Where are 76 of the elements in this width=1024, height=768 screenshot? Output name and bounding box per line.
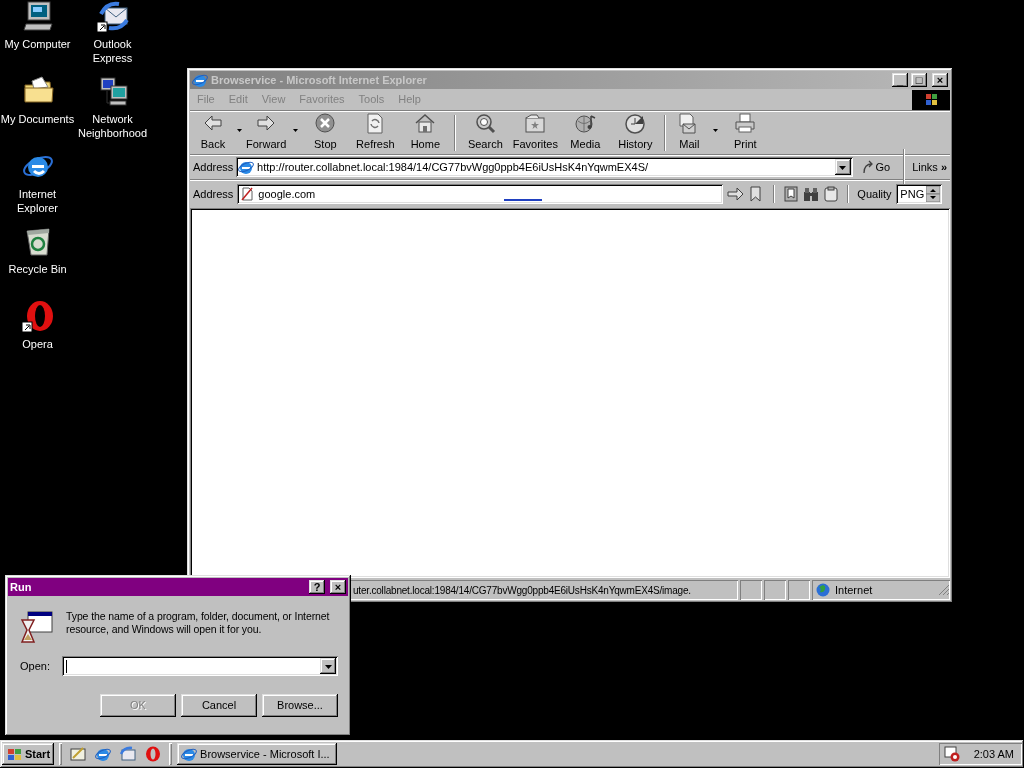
status-pane bbox=[740, 580, 762, 600]
toolbar-button[interactable]: History bbox=[610, 112, 661, 153]
more-chevron[interactable]: » bbox=[940, 158, 947, 176]
quality-spinner[interactable]: PNG bbox=[895, 184, 942, 204]
taskbar-button[interactable]: Browservice - Microsoft I... bbox=[177, 743, 338, 765]
toolbar-button[interactable]: Mail bbox=[670, 112, 721, 153]
dropdown-button[interactable] bbox=[834, 159, 851, 175]
search-icon bbox=[473, 112, 498, 134]
go-arrow-icon bbox=[861, 160, 874, 174]
browser-icon bbox=[181, 746, 198, 762]
address-label: Address bbox=[193, 186, 234, 202]
icon-label[interactable]: Opera bbox=[0, 337, 76, 351]
window-title: Browservice - Microsoft Internet Explorer bbox=[211, 72, 428, 88]
start-button[interactable]: Start bbox=[2, 743, 55, 765]
spin-arrows-icon bbox=[925, 186, 940, 202]
arrow-right-icon[interactable] bbox=[727, 186, 745, 202]
toolbar-button[interactable]: Stop bbox=[300, 112, 351, 153]
toolbar-button[interactable]: Search bbox=[460, 112, 511, 153]
ring-logo-icon[interactable] bbox=[21, 300, 54, 332]
icon-label[interactable]: Outlook Express bbox=[74, 37, 151, 65]
toolbar-button[interactable]: Print bbox=[720, 112, 771, 153]
instruction-text: Type the name of a program, folder, document, or Internet resource, and Windows will open it for you. bbox=[66, 610, 331, 637]
clock: 2:03 AM bbox=[973, 746, 1014, 762]
scheduler-icon[interactable] bbox=[943, 746, 960, 762]
clock-icon bbox=[623, 112, 648, 134]
clipboard-icon[interactable] bbox=[823, 186, 840, 202]
bookmarks-icon[interactable] bbox=[783, 186, 800, 202]
globe-note-icon bbox=[573, 112, 598, 134]
window-title: Run bbox=[10, 579, 33, 595]
broken-page-icon bbox=[241, 187, 254, 201]
windows-flag-icon bbox=[6, 747, 22, 761]
close-button[interactable]: × bbox=[330, 580, 346, 594]
dialog-button[interactable]: Cancel bbox=[181, 694, 257, 717]
resize-grip-icon bbox=[938, 584, 950, 596]
address-label: Address bbox=[193, 159, 234, 175]
minimize-button[interactable]: _ bbox=[892, 73, 908, 87]
address-field[interactable]: google.com bbox=[237, 184, 724, 204]
computer-icon[interactable] bbox=[21, 0, 54, 32]
address-field[interactable]: http://router.collabnet.local:1984/14/CG77bvWgg0ppb4E6iUsHsK4nYqwmEX4S/ bbox=[236, 157, 853, 177]
dialog-button[interactable]: Browse... bbox=[262, 694, 338, 717]
maximize-button[interactable]: □ bbox=[911, 73, 927, 87]
toolbar-button[interactable]: Home bbox=[400, 112, 451, 153]
status-pane bbox=[764, 580, 786, 600]
close-button[interactable]: × bbox=[932, 73, 948, 87]
toolbar-button[interactable]: Media bbox=[560, 112, 611, 153]
dropdown-caret-icon bbox=[324, 665, 332, 670]
icon-label[interactable]: My Computer bbox=[0, 37, 76, 51]
go-button[interactable]: Go bbox=[855, 158, 897, 176]
links-label[interactable]: Links bbox=[912, 158, 938, 176]
toolbar-button[interactable]: Refresh bbox=[350, 112, 401, 153]
printer-icon bbox=[733, 112, 758, 134]
open-field[interactable] bbox=[61, 656, 338, 676]
loading-underline bbox=[504, 199, 543, 201]
help-button[interactable]: ? bbox=[309, 580, 325, 594]
toolbar-button[interactable]: Back bbox=[194, 112, 244, 153]
toolbar-button[interactable]: Forward bbox=[244, 112, 301, 153]
binoculars-icon[interactable] bbox=[803, 186, 820, 202]
dropdown-button[interactable] bbox=[320, 658, 336, 674]
toolbar-button[interactable]: Favorites bbox=[510, 112, 561, 153]
page-icon bbox=[238, 159, 255, 175]
text-cursor bbox=[65, 659, 67, 673]
folder-star-icon bbox=[523, 112, 548, 134]
globe-icon bbox=[816, 583, 830, 597]
icon-label[interactable]: Internet Explorer bbox=[0, 187, 76, 215]
windows-logo-icon bbox=[912, 89, 950, 110]
open-label: Open: bbox=[20, 658, 50, 674]
zone-label: Internet bbox=[835, 582, 873, 598]
hourglass-window-icon bbox=[20, 610, 54, 644]
quality-label: Quality bbox=[857, 186, 892, 202]
dropdown-caret-icon bbox=[839, 166, 846, 171]
icon-label[interactable]: My Documents bbox=[0, 112, 76, 126]
browser-icon bbox=[192, 72, 208, 88]
stop-icon bbox=[313, 112, 338, 134]
icon-label[interactable]: Network Neighborhood bbox=[74, 112, 151, 140]
status-pane bbox=[788, 580, 810, 600]
icon-label[interactable]: Recycle Bin bbox=[0, 262, 76, 276]
